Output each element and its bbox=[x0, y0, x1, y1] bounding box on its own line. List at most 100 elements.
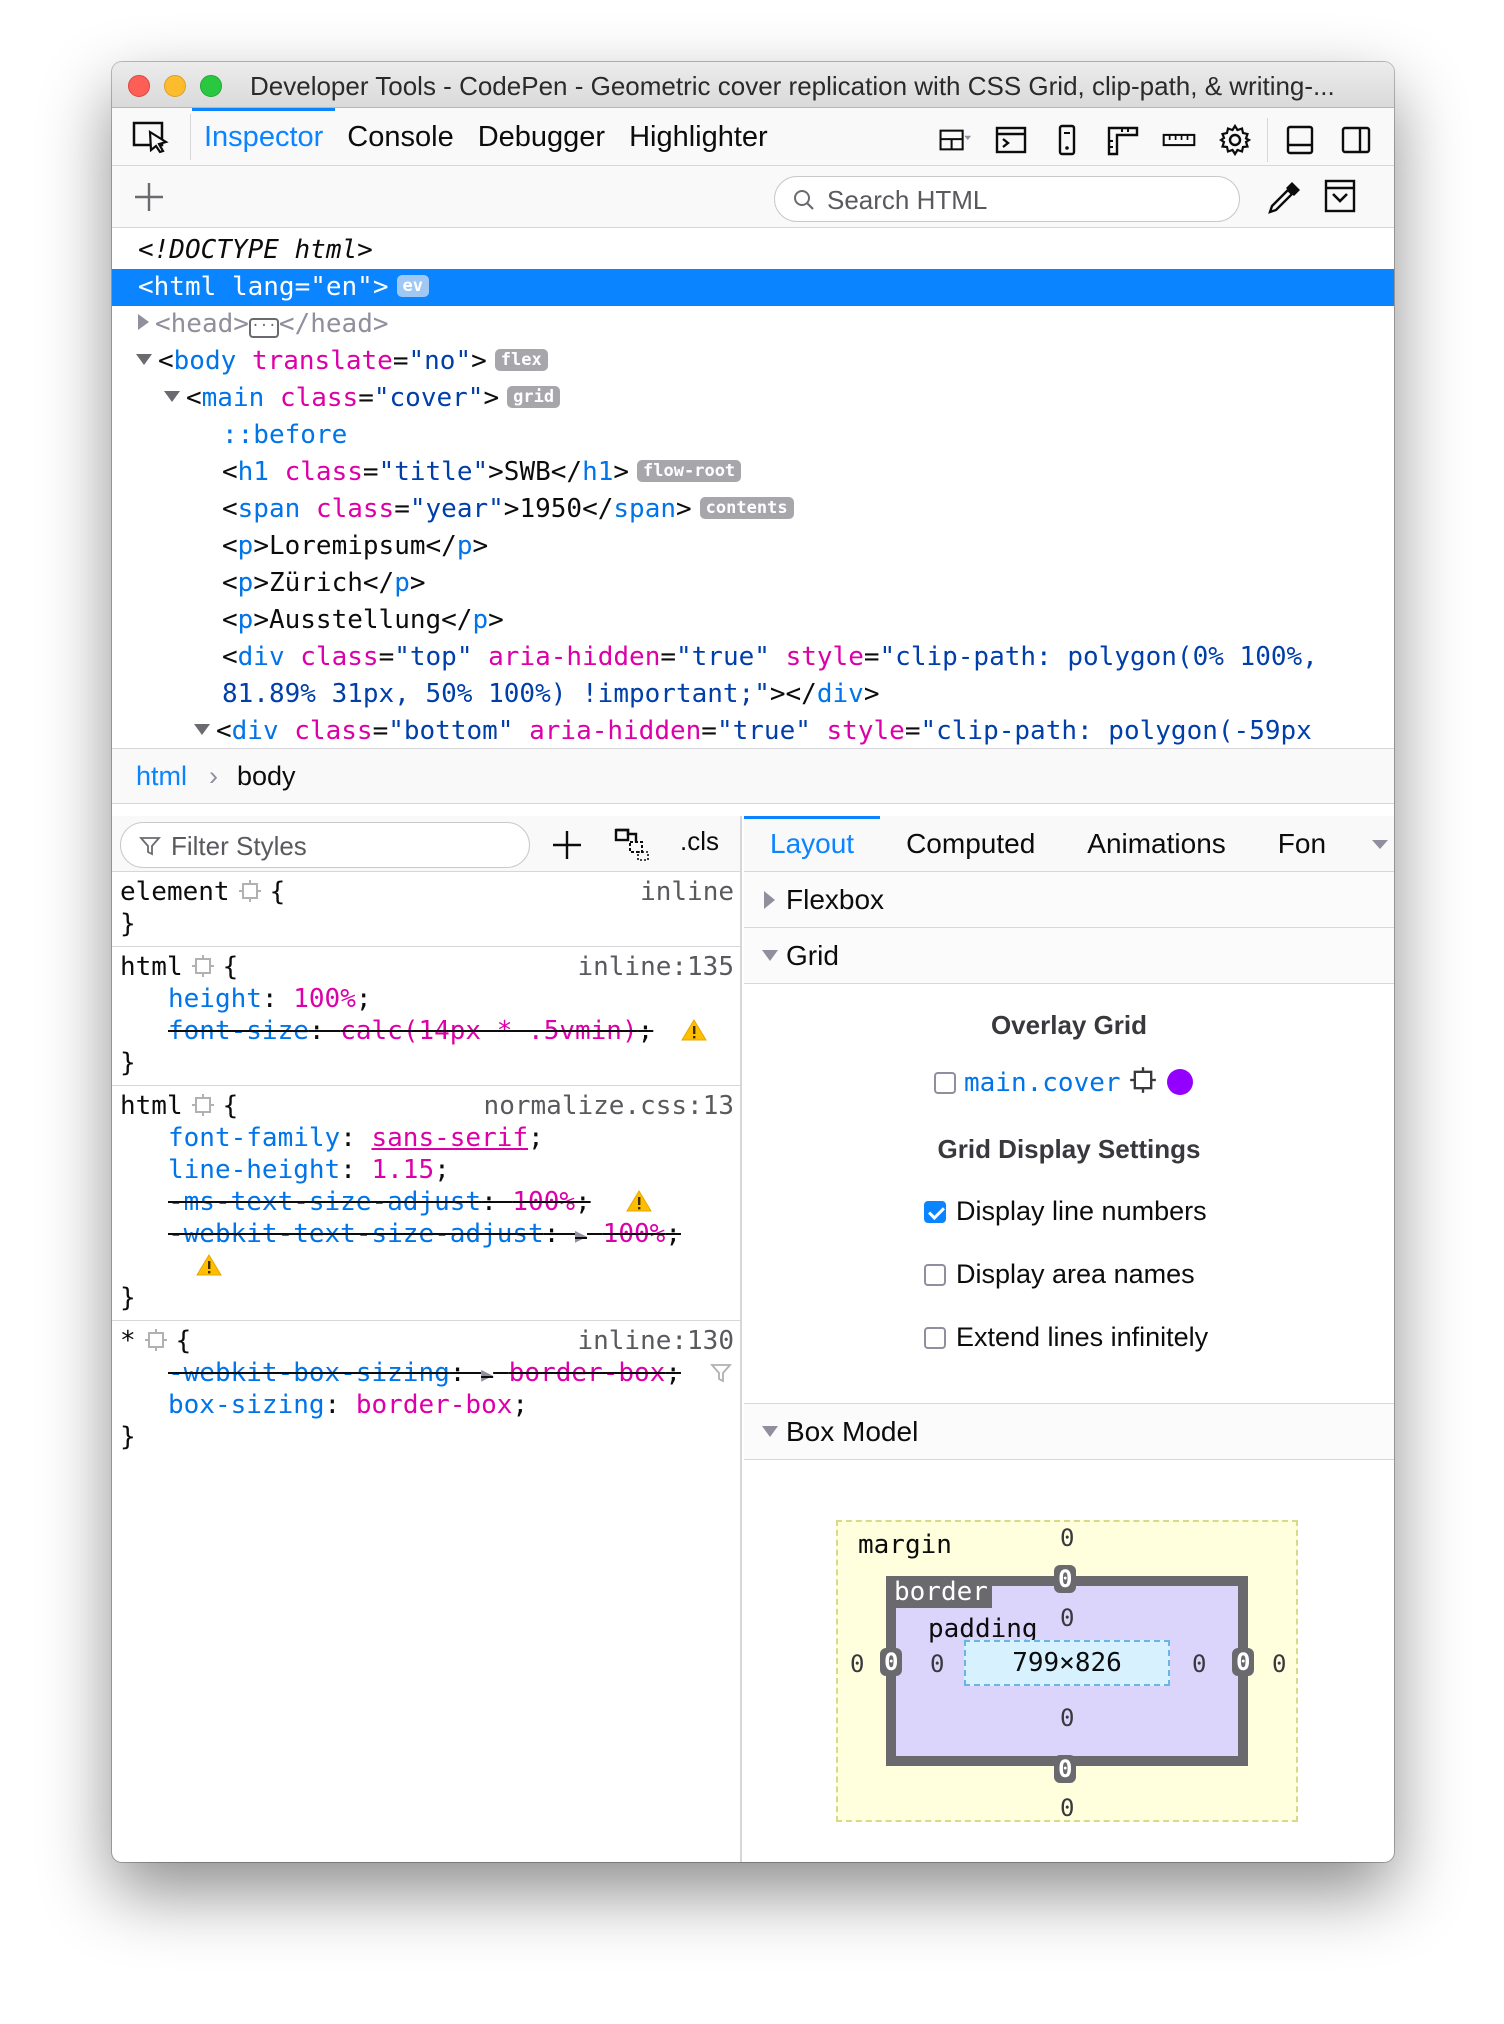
tab-fonts[interactable]: Fon bbox=[1252, 816, 1336, 871]
tab-inspector[interactable]: Inspector bbox=[192, 108, 336, 166]
property-name[interactable]: font-family bbox=[168, 1123, 340, 1153]
tab-animations[interactable]: Animations bbox=[1061, 816, 1252, 871]
property-value[interactable]: 100% bbox=[293, 984, 356, 1014]
padding-bottom[interactable]: 0 bbox=[1060, 1704, 1074, 1732]
maximize-window-button[interactable] bbox=[200, 75, 222, 97]
property-value[interactable]: 100% bbox=[603, 1219, 666, 1249]
rule-selector[interactable]: html bbox=[120, 1091, 183, 1121]
tab-highlighter[interactable]: Highlighter bbox=[617, 108, 780, 166]
border-bottom[interactable]: 0 bbox=[1054, 1755, 1077, 1783]
toggle-pseudo-class-icon[interactable] bbox=[612, 826, 652, 864]
node-highlight-icon[interactable] bbox=[238, 879, 262, 903]
property-value[interactable]: sans-serif bbox=[372, 1123, 529, 1153]
add-node-icon[interactable] bbox=[132, 180, 166, 214]
layout-toggle-icon[interactable] bbox=[927, 121, 983, 159]
breadcrumb-html[interactable]: html bbox=[136, 761, 187, 792]
border-right[interactable]: 0 bbox=[1232, 1648, 1255, 1676]
dock-bottom-icon[interactable] bbox=[1272, 121, 1328, 159]
margin-top[interactable]: 0 bbox=[1060, 1524, 1074, 1552]
rule-selector[interactable]: element bbox=[120, 877, 230, 907]
node-highlight-icon[interactable] bbox=[191, 1093, 215, 1117]
setting-extend-lines[interactable]: Extend lines infinitely bbox=[924, 1322, 1208, 1353]
tabs-overflow-icon[interactable] bbox=[1372, 840, 1388, 849]
flow-root-badge[interactable]: flow-root bbox=[637, 460, 742, 482]
declaration-invalid[interactable]: font-size: calc(14px * .5vmin); bbox=[112, 1015, 740, 1047]
markup-line-p3[interactable]: <p>Ausstellung</p> bbox=[112, 602, 1394, 639]
property-value[interactable]: calc(14px * .5vmin) bbox=[340, 1016, 637, 1046]
add-rule-icon[interactable] bbox=[550, 828, 584, 862]
border-top[interactable]: 0 bbox=[1054, 1565, 1077, 1593]
contents-badge[interactable]: contents bbox=[699, 497, 794, 519]
declaration[interactable]: height: 100%; bbox=[112, 983, 740, 1015]
rulers-icon[interactable] bbox=[1095, 121, 1151, 159]
property-name[interactable]: line-height bbox=[168, 1155, 340, 1185]
rule-selector[interactable]: * bbox=[120, 1326, 136, 1356]
property-value[interactable]: border-box bbox=[509, 1358, 666, 1388]
element-picker-icon[interactable] bbox=[132, 120, 170, 154]
setting-display-line-numbers[interactable]: Display line numbers bbox=[924, 1196, 1207, 1227]
rule-source[interactable]: normalize.css:13 bbox=[484, 1090, 734, 1122]
event-badge[interactable]: ev bbox=[396, 275, 429, 297]
line-numbers-checkbox[interactable] bbox=[924, 1201, 946, 1223]
overlay-grid-checkbox[interactable] bbox=[934, 1072, 956, 1094]
collapse-main-icon[interactable] bbox=[164, 391, 180, 402]
flexbox-section-header[interactable]: Flexbox bbox=[744, 872, 1394, 928]
declaration[interactable]: font-family: sans-serif; bbox=[112, 1122, 740, 1154]
measure-icon[interactable] bbox=[1151, 121, 1207, 159]
margin-bottom[interactable]: 0 bbox=[1060, 1794, 1074, 1822]
markup-line-span[interactable]: <span class="year">1950</span> contents bbox=[112, 491, 1394, 528]
padding-right[interactable]: 0 bbox=[1192, 1650, 1206, 1678]
property-value[interactable]: border-box bbox=[356, 1390, 513, 1420]
filter-icon[interactable] bbox=[710, 1361, 732, 1385]
markup-line-head[interactable]: <head> ···</head> bbox=[112, 306, 1394, 343]
markup-line-div-top[interactable]: <div class="top" aria-hidden="true" styl… bbox=[112, 639, 1394, 676]
property-name[interactable]: font-size bbox=[168, 1016, 309, 1046]
rule-selector[interactable]: html bbox=[120, 952, 183, 982]
overlay-grid-name[interactable]: main.cover bbox=[964, 1068, 1121, 1098]
tab-computed[interactable]: Computed bbox=[880, 816, 1061, 871]
property-name[interactable]: height bbox=[168, 984, 262, 1014]
settings-icon[interactable] bbox=[1207, 121, 1263, 159]
node-highlight-icon[interactable] bbox=[144, 1328, 168, 1352]
markup-line-html[interactable]: <html lang="en"> ev bbox=[112, 269, 1394, 306]
property-name[interactable]: -webkit-box-sizing bbox=[168, 1358, 450, 1388]
padding-left[interactable]: 0 bbox=[930, 1650, 944, 1678]
cls-button[interactable]: .cls bbox=[680, 826, 719, 857]
markup-line-div-top-cont[interactable]: 81.89% 31px, 50% 100%) !important;"></di… bbox=[112, 676, 1394, 713]
node-highlight-icon[interactable] bbox=[1129, 1066, 1157, 1094]
collapse-body-icon[interactable] bbox=[136, 354, 152, 365]
property-name[interactable]: box-sizing bbox=[168, 1390, 325, 1420]
expand-head-icon[interactable] bbox=[138, 314, 149, 330]
markup-line-before[interactable]: ::before bbox=[112, 417, 1394, 454]
property-name[interactable]: -webkit-text-size-adjust bbox=[168, 1219, 544, 1249]
declaration[interactable]: box-sizing: border-box; bbox=[112, 1389, 740, 1421]
setting-display-area-names[interactable]: Display area names bbox=[924, 1259, 1195, 1290]
markup-line-p2[interactable]: <p>Zürich</p> bbox=[112, 565, 1394, 602]
property-name[interactable]: -ms-text-size-adjust bbox=[168, 1187, 481, 1217]
box-model-content[interactable]: 799×826 bbox=[964, 1640, 1170, 1686]
minimize-window-button[interactable] bbox=[164, 75, 186, 97]
dock-side-icon[interactable] bbox=[1328, 121, 1384, 159]
extend-lines-checkbox[interactable] bbox=[924, 1327, 946, 1349]
padding-top[interactable]: 0 bbox=[1060, 1604, 1074, 1632]
border-left[interactable]: 0 bbox=[880, 1648, 903, 1676]
declaration-overridden[interactable]: -webkit-box-sizing: ▶ border-box; bbox=[112, 1357, 740, 1389]
declaration-invalid[interactable]: -webkit-text-size-adjust: ▶ 100%; bbox=[112, 1218, 740, 1250]
markup-line-body[interactable]: <body translate="no"> flex bbox=[112, 343, 1394, 380]
filter-styles-input[interactable]: Filter Styles bbox=[120, 822, 530, 868]
markup-line-div-bottom[interactable]: <div class="bottom" aria-hidden="true" s… bbox=[112, 713, 1394, 748]
eyedropper-icon[interactable] bbox=[1266, 180, 1302, 216]
close-window-button[interactable] bbox=[128, 75, 150, 97]
area-names-checkbox[interactable] bbox=[924, 1264, 946, 1286]
breadcrumb-body[interactable]: body bbox=[237, 761, 296, 792]
property-value[interactable]: 100% bbox=[512, 1187, 575, 1217]
expand-arrow-icon[interactable]: ▶ bbox=[575, 1223, 587, 1247]
margin-right[interactable]: 0 bbox=[1272, 1650, 1286, 1678]
frame-icon[interactable] bbox=[983, 121, 1039, 159]
tab-layout[interactable]: Layout bbox=[744, 816, 881, 871]
rule-source[interactable]: inline:130 bbox=[577, 1325, 734, 1357]
declaration-invalid[interactable]: -ms-text-size-adjust: 100%; bbox=[112, 1186, 740, 1218]
flex-badge[interactable]: flex bbox=[494, 349, 548, 371]
rule-source[interactable]: inline:135 bbox=[577, 951, 734, 983]
grid-badge[interactable]: grid bbox=[507, 386, 561, 408]
